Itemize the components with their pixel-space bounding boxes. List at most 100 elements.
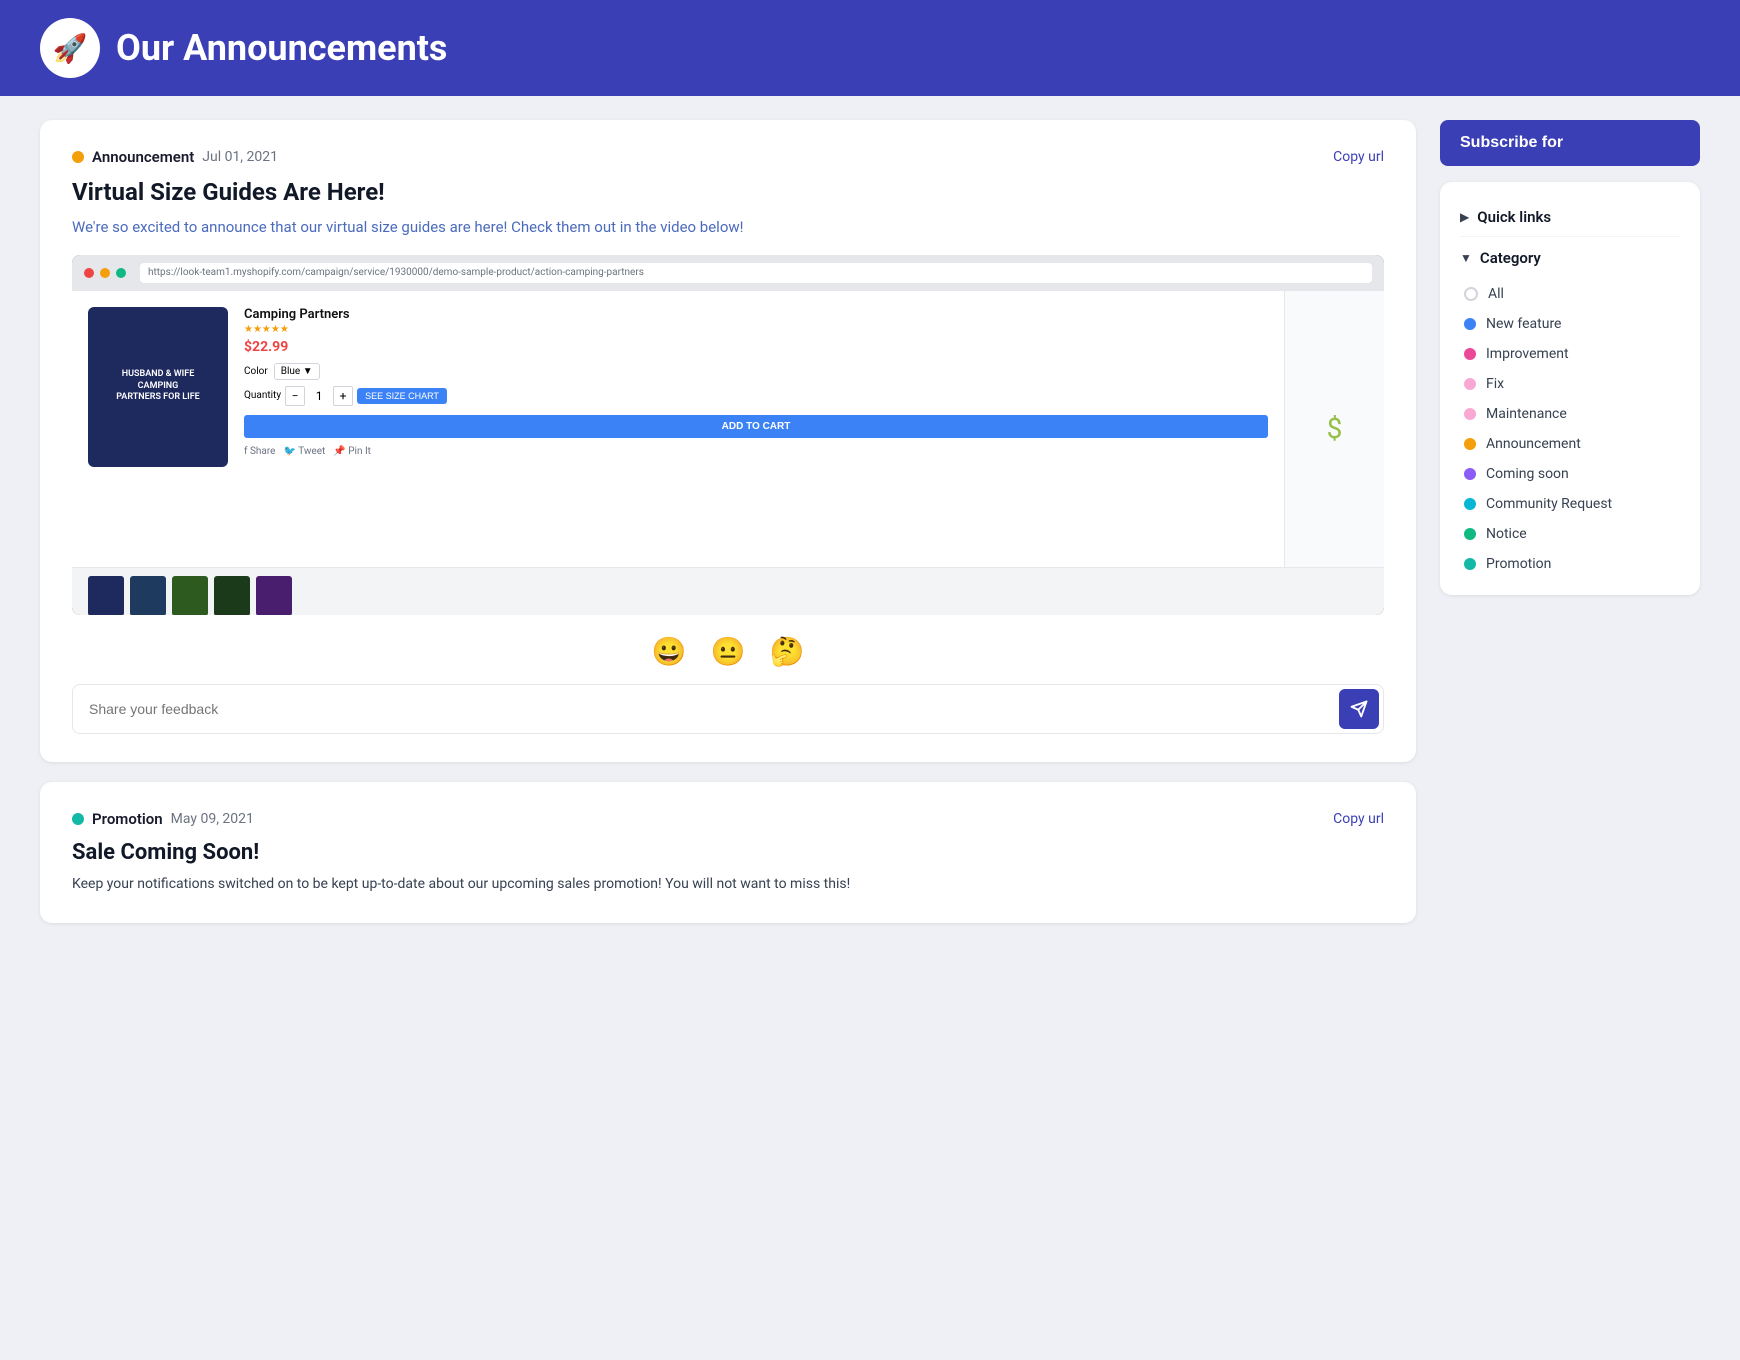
date-label-2: May 09, 2021 (171, 811, 254, 827)
post-card-2: Promotion May 09, 2021 Copy url Sale Com… (40, 782, 1416, 923)
send-icon (1350, 700, 1368, 718)
category-header[interactable]: ▼ Category (1460, 249, 1680, 267)
category-item-new-feature[interactable]: New feature (1460, 309, 1680, 339)
cat-dot-improvement (1464, 348, 1476, 360)
cat-label-new-feature: New feature (1486, 316, 1561, 332)
browser-max-dot (116, 268, 126, 278)
share-row: f Share 🐦 Tweet 📌 Pin It (244, 446, 1268, 457)
reaction-happy[interactable]: 😀 (652, 635, 687, 668)
cat-label-coming-soon: Coming soon (1486, 466, 1569, 482)
category-item-coming-soon[interactable]: Coming soon (1460, 459, 1680, 489)
radio-all[interactable] (1464, 287, 1478, 301)
cat-dot-promotion (1464, 558, 1476, 570)
cat-label-community-request: Community Request (1486, 496, 1612, 512)
category-header-label: Category (1480, 249, 1541, 267)
category-item-promotion[interactable]: Promotion (1460, 549, 1680, 579)
category-item-community-request[interactable]: Community Request (1460, 489, 1680, 519)
qty-row: Quantity − 1 + SEE SIZE CHART (244, 386, 1268, 406)
sidebar-card: ▶ Quick links ▼ Category All New feature (1440, 182, 1700, 595)
card-meta-left-1: Announcement Jul 01, 2021 (72, 148, 278, 166)
product-name: Camping Partners (244, 307, 1268, 322)
qty-minus[interactable]: − (285, 386, 305, 406)
quick-links-row[interactable]: ▶ Quick links (1460, 198, 1680, 237)
category-dot-2 (72, 813, 84, 825)
cat-dot-community-request (1464, 498, 1476, 510)
main-feed: Announcement Jul 01, 2021 Copy url Virtu… (40, 120, 1416, 923)
thumb-1[interactable] (88, 576, 124, 615)
cat-label-promotion: Promotion (1486, 556, 1551, 572)
video-embed[interactable]: https://look-team1.myshopify.com/campaig… (72, 255, 1384, 615)
category-label-2: Promotion (92, 810, 163, 828)
quick-links-chevron: ▶ (1460, 210, 1469, 224)
card-desc-2: Keep your notifications switched on to b… (72, 873, 1384, 895)
stars: ★★★★★ (244, 324, 1268, 335)
category-item-notice[interactable]: Notice (1460, 519, 1680, 549)
product-info: Camping Partners ★★★★★ $22.99 Color Blue… (244, 307, 1268, 551)
cat-dot-coming-soon (1464, 468, 1476, 480)
category-item-announcement[interactable]: Announcement (1460, 429, 1680, 459)
reaction-thinking[interactable]: 🤔 (769, 635, 804, 668)
cat-dot-notice (1464, 528, 1476, 540)
right-panel: $ (1284, 291, 1384, 567)
browser-url: https://look-team1.myshopify.com/campaig… (140, 263, 1372, 283)
header-logo: 🚀 (40, 18, 100, 78)
cat-label-all: All (1488, 286, 1504, 302)
category-item-fix[interactable]: Fix (1460, 369, 1680, 399)
price: $22.99 (244, 339, 1268, 355)
browser-bar: https://look-team1.myshopify.com/campaig… (72, 255, 1384, 291)
quick-links-label: Quick links (1477, 208, 1551, 226)
qty-value: 1 (309, 389, 329, 403)
cat-dot-announcement (1464, 438, 1476, 450)
add-to-cart-btn[interactable]: ADD TO CART (244, 415, 1268, 438)
see-size-chart-btn[interactable]: SEE SIZE CHART (357, 388, 447, 404)
cat-label-notice: Notice (1486, 526, 1527, 542)
send-feedback-btn[interactable] (1339, 689, 1379, 729)
cat-label-improvement: Improvement (1486, 346, 1569, 362)
thumb-4[interactable] (214, 576, 250, 615)
thumb-3[interactable] (172, 576, 208, 615)
thumb-2[interactable] (130, 576, 166, 615)
header-title: Our Announcements (116, 27, 447, 69)
cat-label-maintenance: Maintenance (1486, 406, 1567, 422)
cat-dot-maintenance (1464, 408, 1476, 420)
browser-close-dot (84, 268, 94, 278)
rocket-icon: 🚀 (53, 32, 88, 65)
cat-label-fix: Fix (1486, 376, 1504, 392)
video-content: HUSBAND & WIFECAMPINGPARTNERS FOR LIFE C… (72, 291, 1384, 567)
category-item-maintenance[interactable]: Maintenance (1460, 399, 1680, 429)
category-item-all[interactable]: All (1460, 279, 1680, 309)
shopify-logo: $ (1327, 412, 1343, 445)
card-meta-1: Announcement Jul 01, 2021 Copy url (72, 148, 1384, 166)
feedback-input[interactable] (89, 701, 1331, 717)
cat-dot-new-feature (1464, 318, 1476, 330)
thumbnails-strip (72, 567, 1384, 615)
reactions-row: 😀 😐 🤔 (72, 635, 1384, 668)
sidebar: Subscribe for ▶ Quick links ▼ Category A… (1440, 120, 1700, 923)
post-card-1: Announcement Jul 01, 2021 Copy url Virtu… (40, 120, 1416, 762)
date-label-1: Jul 01, 2021 (202, 149, 278, 165)
category-dot-1 (72, 151, 84, 163)
category-item-improvement[interactable]: Improvement (1460, 339, 1680, 369)
card-meta-left-2: Promotion May 09, 2021 (72, 810, 254, 828)
content-area: Announcement Jul 01, 2021 Copy url Virtu… (0, 96, 1740, 947)
card-title-2: Sale Coming Soon! (72, 840, 1384, 865)
browser-min-dot (100, 268, 110, 278)
category-chevron: ▼ (1460, 251, 1472, 265)
header: 🚀 Our Announcements (0, 0, 1740, 96)
category-label-1: Announcement (92, 148, 194, 166)
card-desc-1: We're so excited to announce that our vi… (72, 216, 1384, 239)
reaction-neutral[interactable]: 😐 (711, 635, 746, 668)
category-section: ▼ Category All New feature Improvement (1460, 237, 1680, 579)
card-title-1: Virtual Size Guides Are Here! (72, 178, 1384, 206)
color-select-row: Color Blue ▼ (244, 363, 1268, 380)
copy-url-1[interactable]: Copy url (1333, 149, 1384, 165)
subscribe-button[interactable]: Subscribe for (1440, 120, 1700, 166)
feedback-row (72, 684, 1384, 734)
thumb-5[interactable] (256, 576, 292, 615)
card-meta-2: Promotion May 09, 2021 Copy url (72, 810, 1384, 828)
cat-label-announcement: Announcement (1486, 436, 1581, 452)
color-select[interactable]: Blue ▼ (274, 363, 320, 380)
qty-plus[interactable]: + (333, 386, 353, 406)
copy-url-2[interactable]: Copy url (1333, 811, 1384, 827)
cat-dot-fix (1464, 378, 1476, 390)
